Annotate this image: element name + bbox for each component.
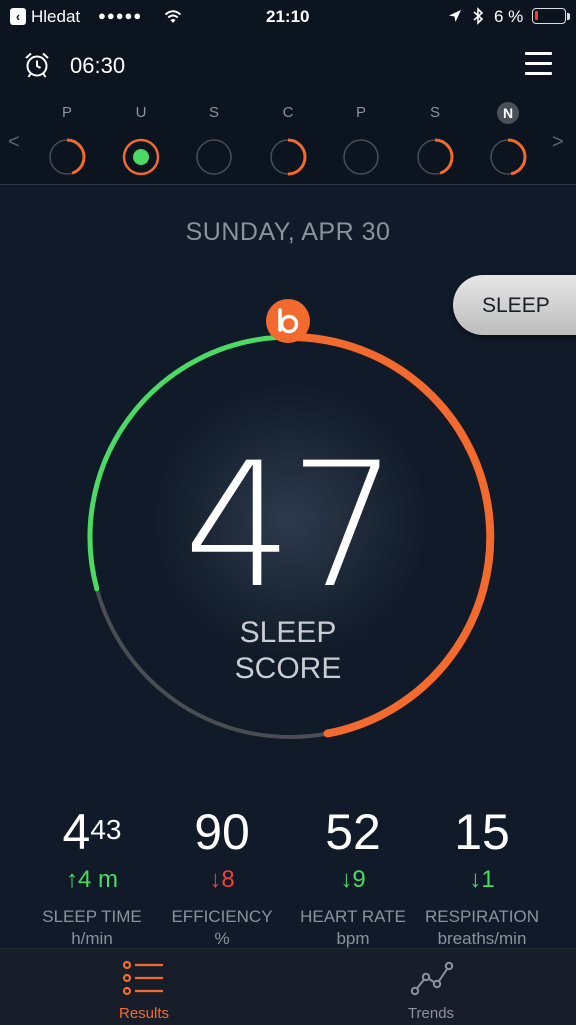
list-icon[interactable] — [121, 960, 165, 996]
metric-respiration: 15 ↓1 RESPIRATION breaths/min — [414, 802, 550, 950]
metric-change: ↓9 — [340, 866, 366, 893]
tab-results[interactable]: Results — [84, 1005, 204, 1022]
metric-unit: bpm — [336, 929, 370, 948]
metric-label: RESPIRATION — [425, 907, 539, 926]
metric-value: 15 — [454, 804, 510, 860]
metric-change: ↑4 m — [65, 866, 118, 893]
sleep-score-value: 47 — [183, 425, 399, 626]
metric-label: HEART RATE — [300, 907, 406, 926]
metric-unit: breaths/min — [437, 929, 527, 948]
metric-heart-rate: 52 ↓9 HEART RATE bpm — [285, 802, 421, 950]
metric-value: 52 — [325, 804, 381, 860]
metric-change: ↓8 — [209, 866, 235, 893]
metric-sleep-time: 443 ↑4 m SLEEP TIME h/min — [24, 802, 160, 950]
sleep-score-label-line-1: SLEEP — [239, 616, 337, 649]
metric-value: 90 — [194, 804, 250, 860]
sleep-score-label: SLEEP SCORE — [0, 615, 576, 687]
sleep-score-label-line-2: SCORE — [234, 652, 342, 685]
metric-value: 443 — [62, 804, 122, 860]
metric-efficiency: 90 ↓8 EFFICIENCY % — [154, 802, 290, 950]
metric-label: SLEEP TIME — [42, 907, 142, 926]
trends-icon[interactable] — [410, 960, 454, 996]
metric-unit: % — [214, 929, 230, 948]
metric-change: ↓1 — [469, 866, 495, 893]
tab-trends[interactable]: Trends — [371, 1005, 491, 1022]
metric-label: EFFICIENCY — [171, 907, 273, 926]
beddit-logo-icon — [266, 299, 310, 343]
metric-unit: h/min — [71, 929, 113, 948]
